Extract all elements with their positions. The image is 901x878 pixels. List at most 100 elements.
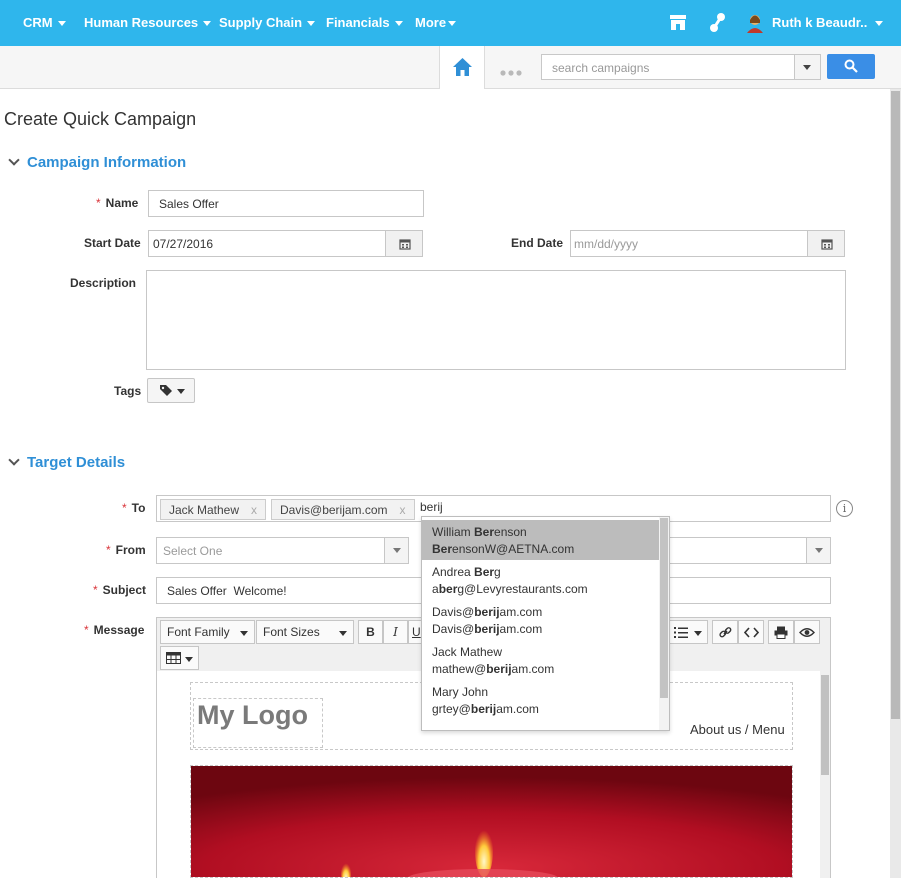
from-select-toggle[interactable] <box>384 538 408 563</box>
nav-supply-chain[interactable]: Supply Chain <box>219 15 316 30</box>
remove-chip-icon[interactable]: x <box>400 503 406 517</box>
start-date-label: Start Date <box>84 236 141 250</box>
suggestion-item[interactable]: Jack Mathew mathew@berijam.com <box>422 640 660 680</box>
from-secondary-select-toggle[interactable] <box>806 538 830 563</box>
eye-icon <box>799 628 815 637</box>
end-date-placeholder: mm/dd/yyyy <box>574 237 639 251</box>
nav-financials[interactable]: Financials <box>326 15 403 30</box>
name-label: * Name <box>96 196 139 210</box>
message-label: * Message <box>84 623 145 637</box>
suggestion-email-match: berij <box>470 702 497 716</box>
chevron-down-icon <box>339 631 347 636</box>
page-scrollbar[interactable] <box>890 89 901 878</box>
section-campaign-information[interactable]: Campaign Information <box>8 154 187 171</box>
more-dots-icon[interactable] <box>500 65 522 76</box>
suggestion-email: Davis@berijam.com <box>432 621 650 638</box>
start-date-calendar-button[interactable] <box>385 230 423 257</box>
italic-button[interactable]: I <box>383 620 408 644</box>
message-label-text: Message <box>93 623 145 637</box>
from-select[interactable]: Select One <box>156 537 409 564</box>
tags-dropdown-button[interactable] <box>147 378 195 403</box>
suggestion-name: William Berenson <box>432 524 650 541</box>
from-label-text: From <box>115 543 146 557</box>
list-button[interactable] <box>668 620 708 644</box>
suggestion-name-part: Mary John <box>432 685 489 699</box>
remove-chip-icon[interactable]: x <box>251 503 257 517</box>
suggestions-scrollbar-thumb[interactable] <box>660 518 668 698</box>
font-sizes-select[interactable]: Font Sizes <box>256 620 354 644</box>
underline-button[interactable]: U <box>408 620 422 644</box>
section-campaign-information-title: Campaign Information <box>27 154 187 171</box>
suggestion-email-part: Davis@ <box>432 622 475 636</box>
suggestion-email: grtey@berijam.com <box>432 701 650 718</box>
suggestion-item[interactable]: Davis@berijam.com Davis@berijam.com <box>422 600 660 640</box>
page-scrollbar-thumb[interactable] <box>891 91 900 719</box>
name-field-value: Sales Offer <box>159 197 219 211</box>
search-placeholder: search campaigns <box>552 61 650 75</box>
print-button[interactable] <box>768 620 794 644</box>
info-icon[interactable]: i <box>836 500 853 517</box>
preview-button[interactable] <box>794 620 820 644</box>
editor-scrollbar-thumb[interactable] <box>821 675 829 775</box>
suggestion-name: Davis@berijam.com <box>432 604 650 621</box>
to-chip[interactable]: Jack Mathew x <box>160 499 267 520</box>
chevron-down-icon <box>393 548 401 553</box>
name-field[interactable]: Sales Offer <box>148 190 424 217</box>
suggestion-item[interactable]: William Berenson Ber ensonW@AETNA.com <box>422 520 660 560</box>
calendar-icon <box>821 239 833 250</box>
suggestion-email-part: am.com <box>496 702 539 716</box>
start-date-field[interactable]: 07/27/2016 <box>148 230 386 257</box>
nav-more[interactable]: More <box>415 15 457 30</box>
chevron-down-icon <box>8 154 20 166</box>
suggestion-email-match: ber <box>438 582 458 596</box>
table-button[interactable] <box>160 646 199 670</box>
chevron-down-icon <box>177 389 185 394</box>
to-chip[interactable]: Davis@berijam.com x <box>271 499 415 520</box>
end-date-field[interactable]: mm/dd/yyyy <box>570 230 808 257</box>
font-family-select[interactable]: Font Family <box>160 620 255 644</box>
font-family-label: Font Family <box>167 625 230 639</box>
store-icon[interactable] <box>668 13 688 33</box>
list-icon <box>674 627 688 638</box>
home-button[interactable] <box>439 46 485 89</box>
link-button[interactable] <box>712 620 738 644</box>
suggestion-name-match: Ber <box>474 525 495 539</box>
from-secondary-select[interactable] <box>668 537 831 564</box>
chevron-down-icon <box>803 65 811 70</box>
nav-human-resources[interactable]: Human Resources <box>84 15 212 30</box>
suggestion-email-part: g@Levyrestaurants.com <box>457 582 588 596</box>
suggestion-name: Andrea Berg <box>432 564 650 581</box>
name-label-text: Name <box>105 196 139 210</box>
end-date-calendar-button[interactable] <box>807 230 845 257</box>
avatar[interactable] <box>746 13 764 33</box>
chevron-down-icon <box>240 631 248 636</box>
search-scope-dropdown[interactable] <box>795 54 821 80</box>
editor-scrollbar[interactable] <box>820 671 830 878</box>
to-chip-label: Davis@berijam.com <box>280 503 388 517</box>
suggestion-name: Jack Mathew <box>432 644 650 661</box>
to-typed-text: berij <box>420 500 443 514</box>
section-target-details-title: Target Details <box>27 454 126 471</box>
description-field[interactable] <box>146 270 846 370</box>
search-button[interactable] <box>827 54 875 79</box>
suggestions-scrollbar[interactable] <box>659 517 669 730</box>
bold-button[interactable]: B <box>358 620 383 644</box>
font-sizes-label: Font Sizes <box>263 625 320 639</box>
logo-text: My Logo <box>197 700 308 730</box>
toolbar: search campaigns <box>0 46 901 89</box>
nav-crm[interactable]: CRM <box>23 15 66 30</box>
suggestion-email-part: ensonW@AETNA.com <box>452 542 575 556</box>
source-code-button[interactable] <box>738 620 764 644</box>
section-target-details[interactable]: Target Details <box>8 454 126 471</box>
chevron-down-icon <box>8 454 20 466</box>
suggestion-item[interactable]: Mary John grtey@berijam.com <box>422 680 660 720</box>
user-menu[interactable]: Ruth k Beaudr.. <box>772 15 884 30</box>
from-label: * From <box>106 543 146 557</box>
from-select-placeholder: Select One <box>163 544 223 558</box>
description-label: Description <box>70 276 137 290</box>
search-input[interactable]: search campaigns <box>541 54 795 80</box>
chevron-down-icon <box>185 657 193 662</box>
home-icon <box>453 58 472 76</box>
suggestion-item[interactable]: Andrea Berg aberg@Levyrestaurants.com <box>422 560 660 600</box>
connections-icon[interactable] <box>708 12 728 34</box>
